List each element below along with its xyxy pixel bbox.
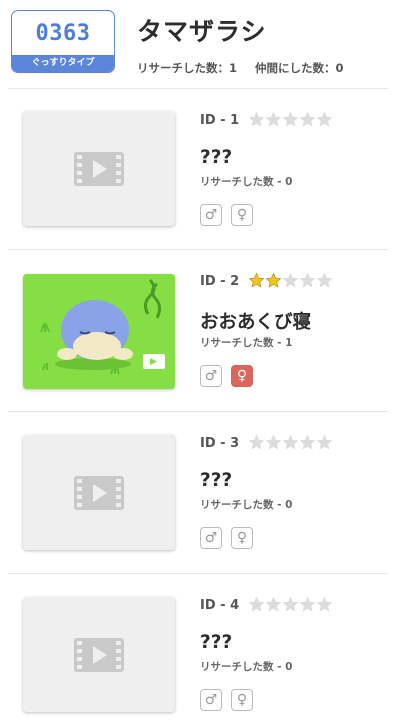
- video-thumbnail[interactable]: [23, 435, 175, 550]
- video-icon: [74, 476, 124, 510]
- female-icon[interactable]: ♀: [231, 204, 253, 226]
- male-icon[interactable]: ♂: [200, 689, 222, 711]
- style-id: ID - 2: [200, 274, 240, 289]
- spheal-sleeping-image: [23, 274, 175, 389]
- sleep-style-row[interactable]: ID - 2 おおあくび寝 リサーチした数 - 1 ♂ ♀: [8, 249, 388, 410]
- rarity-stars: [248, 596, 333, 613]
- pokemon-name: タマザラシ: [137, 17, 267, 46]
- friend-count: 仲間にした数：0: [255, 61, 344, 75]
- star-empty-icon: [299, 596, 316, 612]
- star-empty-icon: [265, 596, 282, 612]
- star-empty-icon: [248, 111, 265, 127]
- female-icon[interactable]: ♀: [231, 527, 253, 549]
- star-empty-icon: [248, 596, 265, 612]
- stats-line: リサーチした数：1 仲間にした数：0: [137, 60, 344, 76]
- star-empty-icon: [316, 272, 333, 288]
- research-count-label: リサーチした数 - 1: [200, 337, 293, 349]
- star-empty-icon: [248, 434, 265, 450]
- sleep-style-image[interactable]: [23, 274, 175, 389]
- style-name: おおあくび寝: [200, 312, 312, 333]
- style-name: ???: [200, 147, 233, 168]
- star-filled-icon: [248, 272, 265, 288]
- sleep-style-row[interactable]: ID - 3 ??? リサーチした数 - 0 ♂ ♀: [8, 411, 388, 572]
- style-name: ???: [200, 632, 233, 653]
- female-icon[interactable]: ♀: [231, 689, 253, 711]
- male-icon[interactable]: ♂: [200, 527, 222, 549]
- star-empty-icon: [282, 596, 299, 612]
- style-id: ID - 4: [200, 598, 240, 613]
- research-count-label: リサーチした数 - 0: [200, 176, 293, 188]
- video-thumbnail[interactable]: [23, 111, 175, 226]
- star-empty-icon: [299, 434, 316, 450]
- star-empty-icon: [316, 111, 333, 127]
- sleep-style-row[interactable]: ID - 4 ??? リサーチした数 - 0 ♂ ♀: [8, 573, 388, 722]
- video-thumbnail[interactable]: [23, 597, 175, 712]
- video-icon: [74, 638, 124, 672]
- dex-number: 0363: [35, 21, 91, 46]
- dex-number-badge: 0363 ぐっすりタイプ: [11, 10, 115, 73]
- pokemon-header: 0363 ぐっすりタイプ タマザラシ リサーチした数：1 仲間にした数：0: [0, 0, 400, 88]
- video-icon: [74, 152, 124, 186]
- star-empty-icon: [316, 434, 333, 450]
- star-empty-icon: [316, 596, 333, 612]
- male-icon[interactable]: ♂: [200, 365, 222, 387]
- male-icon[interactable]: ♂: [200, 204, 222, 226]
- research-count-label: リサーチした数 - 0: [200, 499, 293, 511]
- sleep-style-row[interactable]: ID - 1 ??? リサーチした数 - 0 ♂ ♀: [8, 88, 388, 249]
- female-icon[interactable]: ♀: [231, 365, 253, 387]
- rarity-stars: [248, 434, 333, 451]
- star-empty-icon: [282, 272, 299, 288]
- style-id: ID - 1: [200, 113, 240, 128]
- style-id: ID - 3: [200, 436, 240, 451]
- style-name: ???: [200, 470, 233, 491]
- star-empty-icon: [265, 111, 282, 127]
- sleep-type-label: ぐっすりタイプ: [12, 55, 114, 72]
- star-empty-icon: [299, 272, 316, 288]
- star-empty-icon: [299, 111, 316, 127]
- rarity-stars: [248, 272, 333, 289]
- research-count-label: リサーチした数 - 0: [200, 661, 293, 673]
- star-empty-icon: [282, 434, 299, 450]
- rarity-stars: [248, 111, 333, 128]
- star-filled-icon: [265, 272, 282, 288]
- star-empty-icon: [265, 434, 282, 450]
- star-empty-icon: [282, 111, 299, 127]
- research-count: リサーチした数：1: [137, 61, 238, 75]
